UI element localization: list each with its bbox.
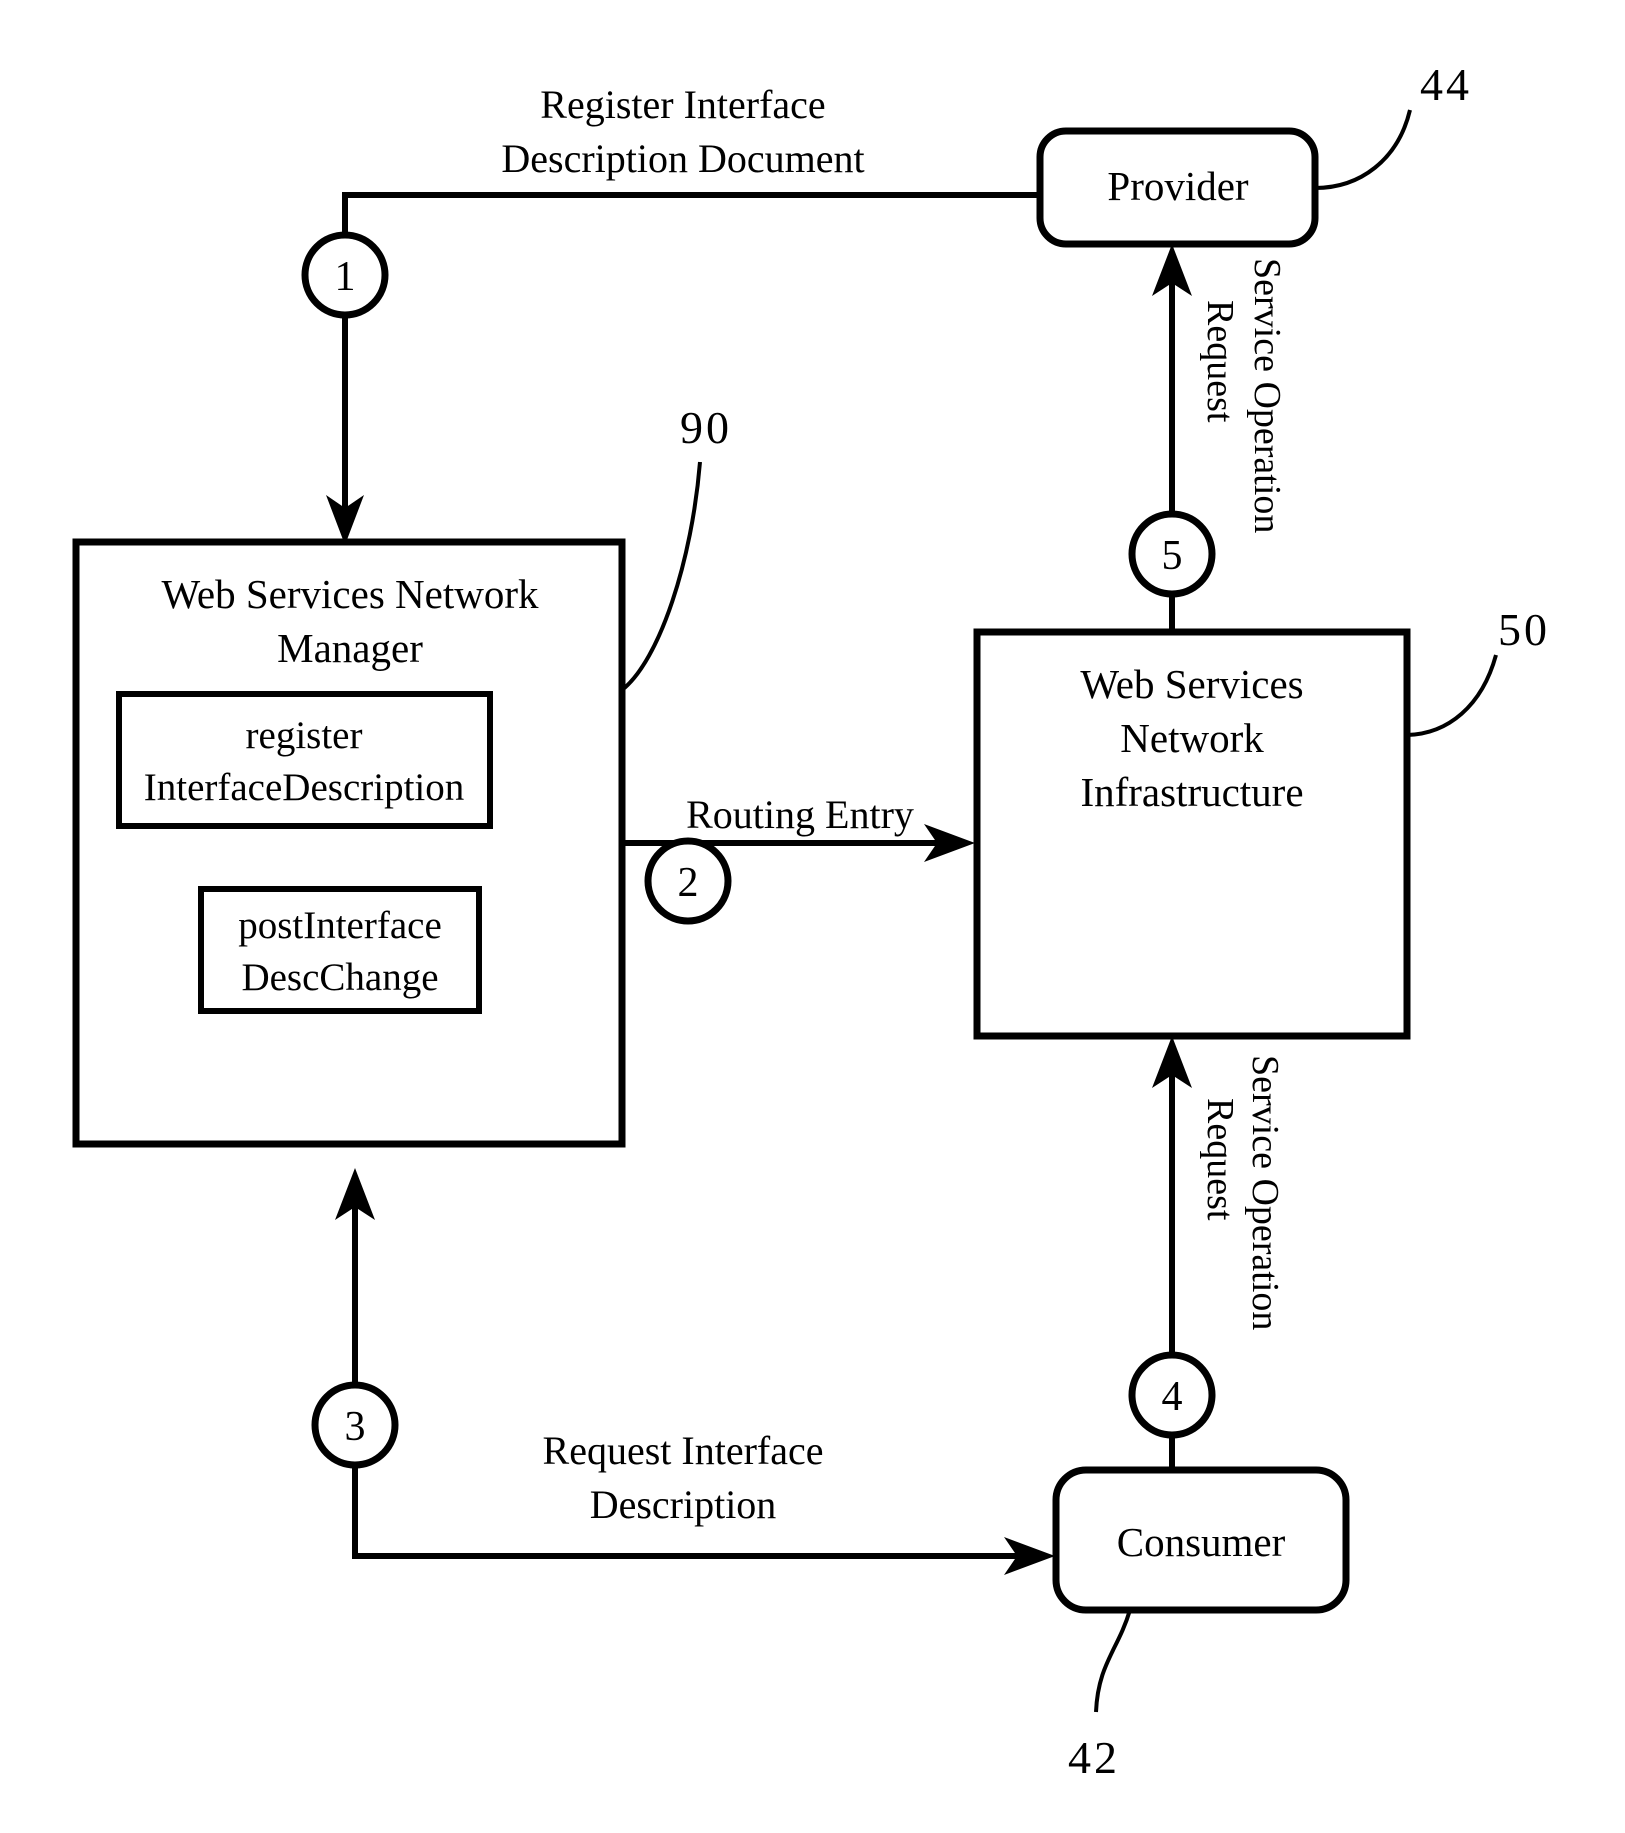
edge-4-label-group: Service Operation [1244,1055,1286,1330]
reference-numeral-42: 42 [1068,1609,1132,1783]
ref-44-label: 44 [1420,59,1472,110]
edge-5-label-group: Service Operation [1246,258,1288,533]
reference-numeral-90: 90 [620,402,732,692]
node-consumer[interactable]: Consumer [1052,1466,1350,1614]
provider-label: Provider [1107,163,1249,209]
edge-3-label-line1: Request Interface [543,1428,824,1473]
edge-5-label-line2: Request [1199,300,1241,423]
reference-numeral-44: 44 [1314,59,1472,190]
consumer-label: Consumer [1117,1519,1286,1565]
edge-2-label-line1: Routing Entry [686,792,914,837]
edge-4-label-group-2: Request [1199,1098,1241,1221]
step-marker-1-label: 1 [335,254,356,300]
node-web-services-network-manager[interactable]: Web Services Network Manager register In… [72,538,626,1148]
inner-box-post-line2: DescChange [241,956,438,999]
edge-1-label-line2: Description Document [501,136,864,181]
manager-label-line2: Manager [277,625,423,671]
reference-numeral-50: 50 [1406,604,1550,737]
manager-inner-register-interface-description[interactable]: register InterfaceDescription [116,691,493,829]
ref-44-leader-line [1314,109,1412,190]
edge-4-label-line2: Request [1199,1098,1241,1221]
step-marker-4-label: 4 [1162,1374,1183,1420]
node-web-services-network-infrastructure[interactable]: Web Services Network Infrastructure [973,628,1411,1040]
inner-box-register-line2: InterfaceDescription [144,766,465,809]
inner-box-post-line1: postInterface [238,904,442,947]
ref-90-leader-line [620,461,702,692]
infrastructure-label-line2: Network [1120,715,1264,761]
edge-1-label-line1: Register Interface [540,82,825,127]
edge-1-path-upper [342,192,1040,235]
edge-2-routing-entry: 2 [622,824,975,925]
inner-box-register-line1: register [246,714,363,757]
ref-50-leader-line [1406,654,1498,737]
manager-label-line1: Web Services Network [162,571,539,617]
ref-50-label: 50 [1498,604,1550,655]
diagram-svg: 1 Register Interface Description Documen… [72,59,1550,1783]
edge-3-label-line2: Description [590,1482,777,1527]
edge-1-register-interface-description-document: 1 [301,192,1040,545]
edge-5-label-line1: Service Operation [1246,258,1288,533]
step-marker-5-label: 5 [1162,533,1183,579]
edge-4-label-line1: Service Operation [1244,1055,1286,1330]
node-provider[interactable]: Provider [1036,127,1319,248]
edge-5-label-group-2: Request [1199,300,1241,423]
ref-42-label: 42 [1068,1732,1120,1783]
ref-42-leader-line [1094,1609,1132,1713]
manager-inner-post-interface-desc-change[interactable]: postInterface DescChange [198,886,482,1014]
step-marker-3-label: 3 [345,1404,366,1450]
infrastructure-label-line3: Infrastructure [1080,769,1303,815]
infrastructure-label-line1: Web Services [1080,661,1303,707]
step-marker-2-label: 2 [678,860,699,906]
ref-90-label: 90 [680,402,732,453]
patent-figure-canvas: 1 Register Interface Description Documen… [0,0,1625,1833]
